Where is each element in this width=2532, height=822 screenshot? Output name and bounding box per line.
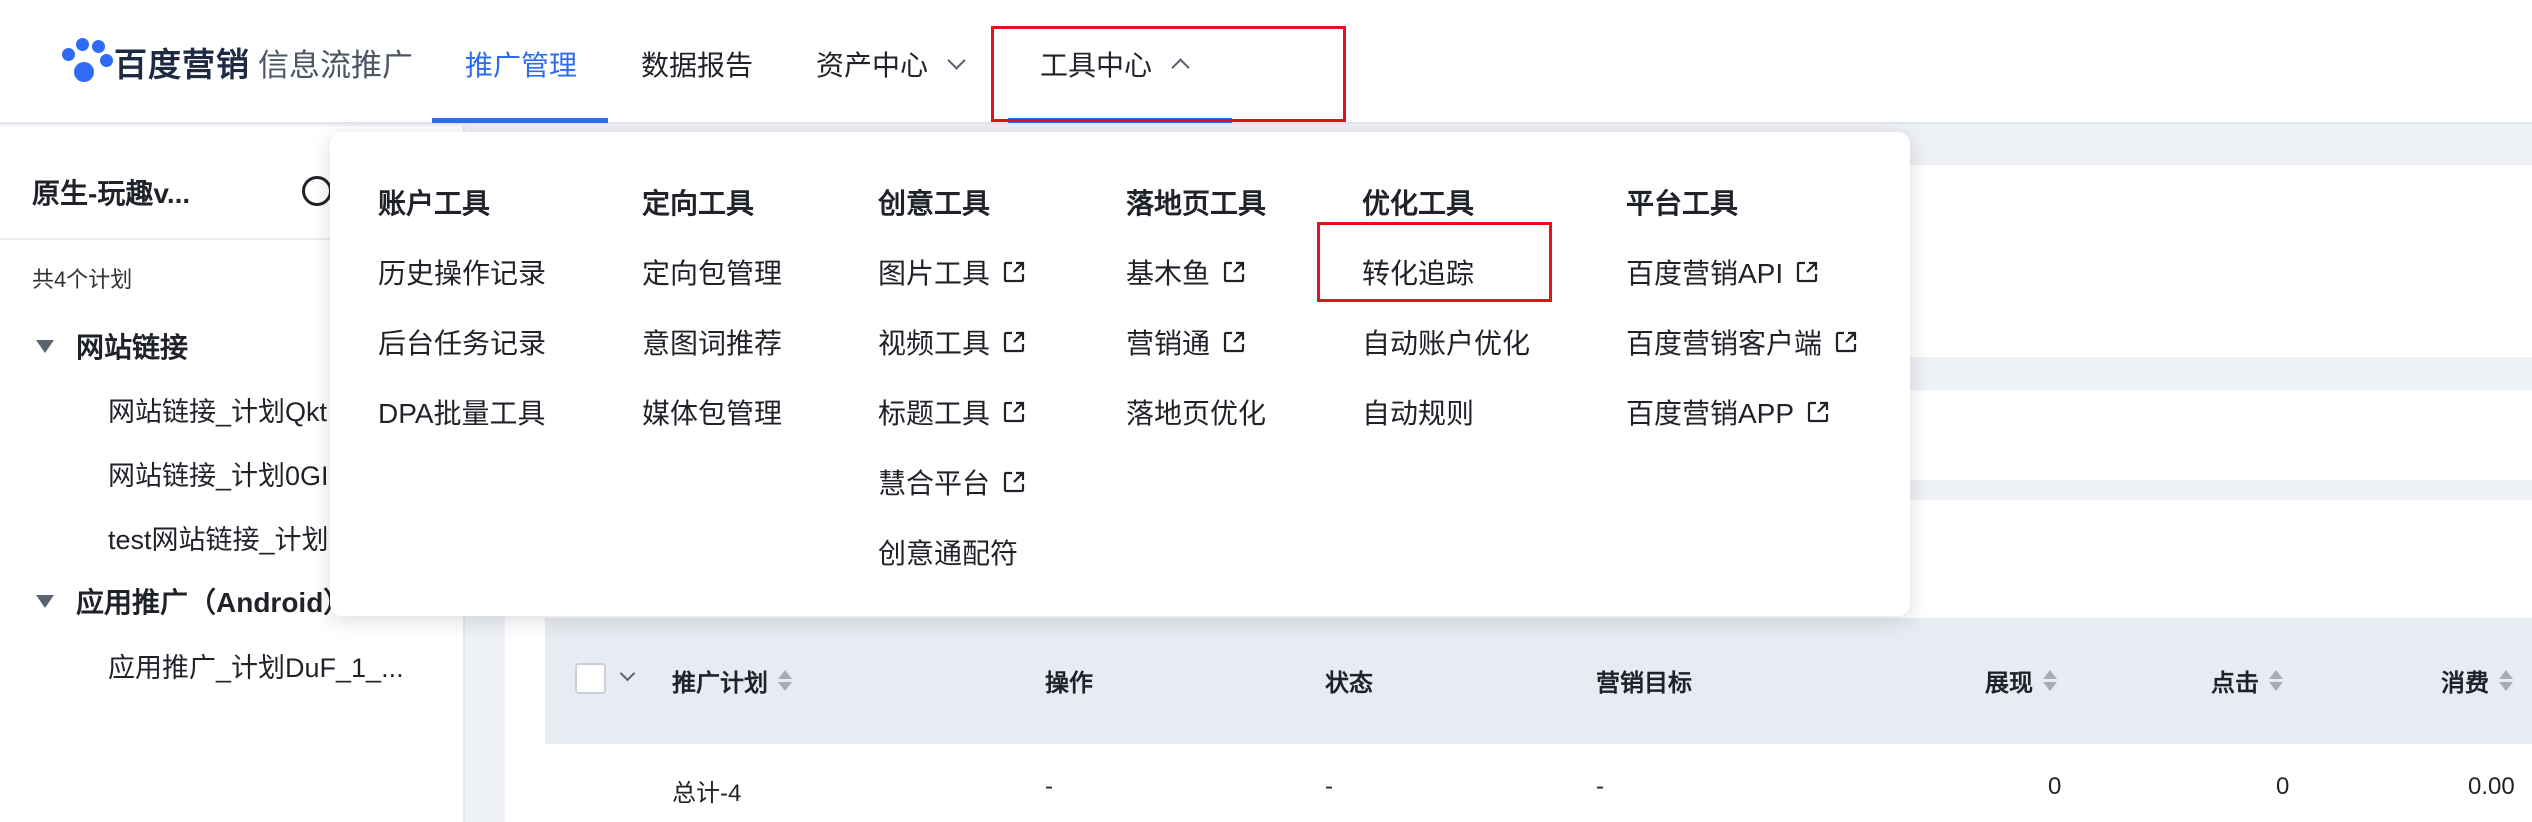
menu-yingxiaotong[interactable]: 营销通 <box>1126 322 1246 362</box>
plan-count: 共4个计划 <box>32 267 133 292</box>
total-goal: - <box>1596 773 1604 800</box>
nav-data-report[interactable]: 数据报告 <box>641 44 753 84</box>
menu-task-log[interactable]: 后台任务记录 <box>378 322 546 362</box>
menu-creative-wildcard[interactable]: 创意通配符 <box>878 532 1018 572</box>
menu-auto-account-optimize[interactable]: 自动账户优化 <box>1362 322 1530 362</box>
th-clicks[interactable]: 点击 <box>2211 663 2283 698</box>
th-cost[interactable]: 消费 <box>2441 663 2513 698</box>
search-icon[interactable] <box>302 176 332 206</box>
menu-landing-optimize[interactable]: 落地页优化 <box>1126 392 1266 432</box>
menu-baidu-api[interactable]: 百度营销API <box>1626 252 1819 292</box>
brand-name: 百度营销 <box>114 46 250 83</box>
menu-huihe-platform[interactable]: 慧合平台 <box>878 462 1026 502</box>
menu-intent-words[interactable]: 意图词推荐 <box>642 322 782 362</box>
external-link-icon <box>1223 261 1245 283</box>
external-link-icon <box>1003 261 1025 283</box>
tool-center-dropdown: 账户工具 历史操作记录 后台任务记录 DPA批量工具 定向工具 定向包管理 意图… <box>330 132 1910 616</box>
sort-icon[interactable] <box>778 670 792 691</box>
menu-media-package[interactable]: 媒体包管理 <box>642 392 782 432</box>
account-name[interactable]: 原生-玩趣v... <box>32 172 190 212</box>
external-link-icon <box>1003 471 1025 493</box>
heading-creative-tools: 创意工具 <box>878 188 991 219</box>
tree-leaf[interactable]: 网站链接_计划Qkt <box>108 390 327 429</box>
menu-title-tool[interactable]: 标题工具 <box>878 392 1026 432</box>
nav-asset-center[interactable]: 资产中心 <box>816 44 966 84</box>
total-status: - <box>1325 773 1333 800</box>
menu-video-tool[interactable]: 视频工具 <box>878 322 1026 362</box>
sort-icon[interactable] <box>2499 670 2513 691</box>
external-link-icon <box>1807 401 1829 423</box>
sort-icon[interactable] <box>2043 670 2057 691</box>
total-impressions: 0 <box>2048 773 2062 800</box>
external-link-icon <box>1835 331 1857 353</box>
external-link-icon <box>1003 331 1025 353</box>
th-goal: 营销目标 <box>1596 670 1692 697</box>
total-label: 总计-4 <box>672 780 742 807</box>
baidu-paw-icon <box>62 38 113 86</box>
tree-leaf[interactable]: 应用推广_计划DuF_1_... <box>108 646 404 685</box>
th-status: 状态 <box>1325 670 1373 697</box>
th-impressions[interactable]: 展现 <box>1985 663 2057 698</box>
caret-down-icon[interactable] <box>36 594 54 608</box>
nav-promotion[interactable]: 推广管理 <box>465 44 577 84</box>
th-plan[interactable]: 推广计划 <box>672 663 792 698</box>
chevron-down-icon <box>947 50 966 70</box>
external-link-icon <box>1003 401 1025 423</box>
highlight-box-tool-center <box>991 26 1346 122</box>
total-action: - <box>1045 773 1053 800</box>
tree-leaf[interactable]: test网站链接_计划 <box>108 518 329 557</box>
external-link-icon <box>1797 261 1818 283</box>
caret-down-icon[interactable] <box>36 339 54 353</box>
tree-leaf[interactable]: 网站链接_计划0GI <box>108 454 329 493</box>
heading-targeting-tools: 定向工具 <box>642 188 755 219</box>
menu-baidu-client[interactable]: 百度营销客户端 <box>1626 322 1858 362</box>
heading-account-tools: 账户工具 <box>378 188 491 219</box>
logo[interactable]: 百度营销 信息流推广 <box>62 38 413 86</box>
total-cost: 0.00 <box>2468 773 2515 800</box>
group-label: 应用推广（Android） <box>76 587 352 618</box>
menu-auto-rules[interactable]: 自动规则 <box>1362 392 1474 432</box>
th-action: 操作 <box>1045 670 1093 697</box>
tree-group-android[interactable]: 应用推广（Android） <box>36 581 351 621</box>
select-all-checkbox[interactable] <box>575 663 606 694</box>
total-clicks: 0 <box>2276 773 2290 800</box>
heading-platform-tools: 平台工具 <box>1626 188 1739 219</box>
menu-targeting-package[interactable]: 定向包管理 <box>642 252 782 292</box>
menu-history-log[interactable]: 历史操作记录 <box>378 252 546 292</box>
highlight-box-conversion-tracking <box>1317 222 1552 302</box>
menu-dpa-batch[interactable]: DPA批量工具 <box>378 392 546 432</box>
tree-group-website[interactable]: 网站链接 <box>36 326 188 366</box>
sort-icon[interactable] <box>2269 670 2283 691</box>
menu-baidu-app[interactable]: 百度营销APP <box>1626 392 1830 432</box>
external-link-icon <box>1223 331 1245 353</box>
menu-jimuyu[interactable]: 基木鱼 <box>1126 252 1246 292</box>
menu-image-tool[interactable]: 图片工具 <box>878 252 1026 292</box>
group-label: 网站链接 <box>76 332 189 363</box>
active-tab-indicator <box>432 118 608 123</box>
heading-landing-tools: 落地页工具 <box>1126 188 1267 219</box>
product-name: 信息流推广 <box>258 47 413 83</box>
heading-optimize-tools: 优化工具 <box>1362 188 1475 219</box>
